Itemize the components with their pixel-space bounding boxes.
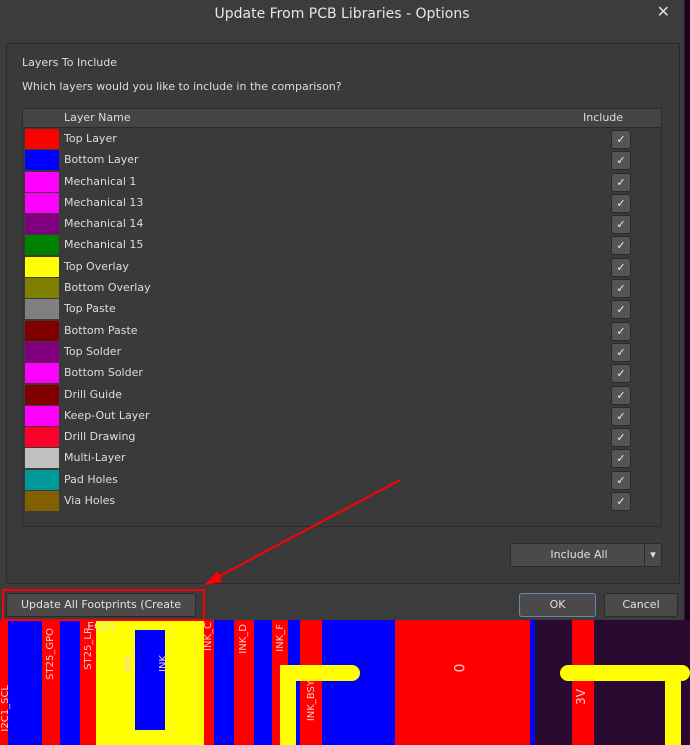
annotation-arrow — [204, 479, 401, 585]
